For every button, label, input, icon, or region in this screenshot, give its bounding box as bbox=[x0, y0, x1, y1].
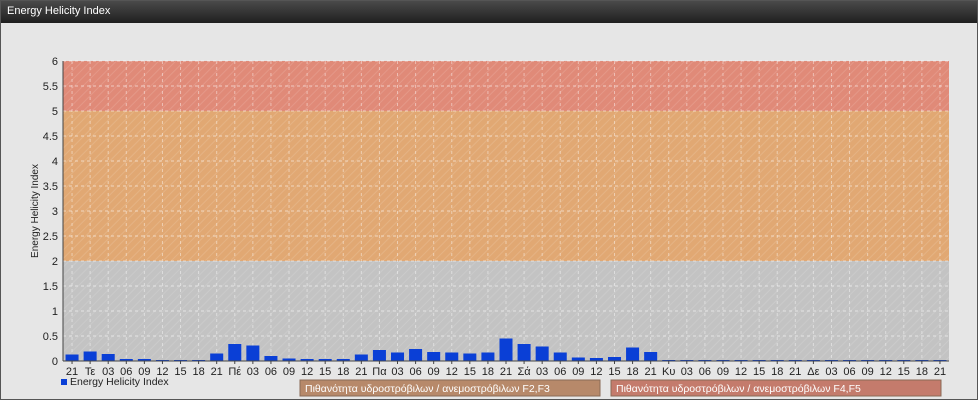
y-axis-label: Energy Helicity Index bbox=[30, 164, 41, 258]
bar bbox=[499, 338, 513, 361]
x-tick-label: 03 bbox=[536, 366, 548, 378]
bar bbox=[65, 354, 79, 361]
band-legend-label: Πιθανότητα υδροστρόβιλων / ανεμοστρόβιλω… bbox=[305, 383, 550, 395]
x-tick-label: 15 bbox=[753, 366, 765, 378]
bar bbox=[83, 351, 97, 361]
y-tick-label: 2.5 bbox=[43, 231, 58, 243]
bar bbox=[391, 352, 405, 361]
x-tick-label: 15 bbox=[464, 366, 476, 378]
bar bbox=[246, 345, 260, 361]
x-tick-label: 21 bbox=[355, 366, 367, 378]
bar bbox=[535, 346, 549, 361]
x-tick-label: Δε bbox=[807, 366, 819, 378]
bar bbox=[101, 354, 115, 361]
x-tick-label: 12 bbox=[446, 366, 458, 378]
bar bbox=[626, 347, 640, 361]
bar bbox=[517, 344, 531, 361]
bar bbox=[354, 354, 368, 361]
x-tick-label: 06 bbox=[843, 366, 855, 378]
x-tick-label: 21 bbox=[211, 366, 223, 378]
y-tick-label: 1 bbox=[52, 306, 58, 318]
x-tick-label: 15 bbox=[898, 366, 910, 378]
x-tick-label: 03 bbox=[681, 366, 693, 378]
y-tick-label: 6 bbox=[52, 56, 58, 68]
x-tick-label: 09 bbox=[283, 366, 295, 378]
bar bbox=[427, 352, 441, 361]
y-tick-label: 0.5 bbox=[43, 331, 58, 343]
x-tick-label: 21 bbox=[934, 366, 946, 378]
y-tick-label: 0 bbox=[52, 356, 58, 368]
y-tick-label: 3 bbox=[52, 206, 58, 218]
legend-label: Energy Helicity Index bbox=[70, 376, 169, 388]
energy-helicity-chart: 00.511.522.533.544.555.5621 Τε 03 06 09 12 15 1… bbox=[30, 56, 949, 397]
bar bbox=[409, 349, 423, 361]
x-tick-label: 18 bbox=[771, 366, 783, 378]
y-tick-label: 5 bbox=[52, 106, 58, 118]
x-tick-label: 15 bbox=[608, 366, 620, 378]
x-tick-label: 03 bbox=[247, 366, 259, 378]
x-tick-label: 12 bbox=[590, 366, 602, 378]
x-tick-label: 06 bbox=[409, 366, 421, 378]
x-tick-label: 06 bbox=[554, 366, 566, 378]
x-tick-label: 12 bbox=[735, 366, 747, 378]
bar bbox=[553, 352, 567, 361]
x-tick-label: 12 bbox=[301, 366, 313, 378]
x-tick-label: 18 bbox=[626, 366, 638, 378]
x-tick-label: 09 bbox=[572, 366, 584, 378]
bar bbox=[481, 352, 495, 361]
x-tick-label: 15 bbox=[174, 366, 186, 378]
bar bbox=[210, 353, 224, 361]
bar bbox=[463, 353, 477, 361]
y-tick-label: 5.5 bbox=[43, 81, 58, 93]
x-tick-label: 18 bbox=[337, 366, 349, 378]
chart-window: Energy Helicity Index 0 0.5 1 1.5 2 2.5 3 3.5 4 4… bbox=[0, 0, 978, 400]
bar bbox=[607, 357, 621, 361]
bar bbox=[571, 357, 585, 361]
x-tick-label: 06 bbox=[699, 366, 711, 378]
x-tick-label: 09 bbox=[862, 366, 874, 378]
x-tick-label: 21 bbox=[500, 366, 512, 378]
x-tick-label: 15 bbox=[319, 366, 331, 378]
bar bbox=[264, 356, 278, 361]
band-legend-label: Πιθανότητα υδροστρόβιλων / ανεμοστρόβιλω… bbox=[616, 383, 861, 395]
y-tick-label: 4 bbox=[52, 156, 58, 168]
x-tick-label: 03 bbox=[391, 366, 403, 378]
window-title: Energy Helicity Index bbox=[7, 5, 111, 17]
x-tick-label: Σά bbox=[517, 366, 531, 378]
x-tick-label: 18 bbox=[482, 366, 494, 378]
bar bbox=[372, 350, 386, 361]
x-tick-label: 18 bbox=[916, 366, 928, 378]
y-tick-label: 2 bbox=[52, 256, 58, 268]
legend-swatch bbox=[61, 379, 67, 385]
window-titlebar: Energy Helicity Index bbox=[1, 1, 977, 23]
bar bbox=[228, 344, 242, 361]
x-tick-label: 03 bbox=[825, 366, 837, 378]
x-tick-label: Πέ bbox=[228, 366, 241, 378]
x-tick-label: 21 bbox=[645, 366, 657, 378]
x-tick-label: 18 bbox=[192, 366, 204, 378]
bar bbox=[445, 352, 459, 361]
x-tick-label: Κυ bbox=[662, 366, 675, 378]
x-tick-label: 21 bbox=[789, 366, 801, 378]
y-tick-label: 1.5 bbox=[43, 281, 58, 293]
x-tick-label: 09 bbox=[717, 366, 729, 378]
y-tick-label: 4.5 bbox=[43, 131, 58, 143]
x-tick-label: 12 bbox=[880, 366, 892, 378]
x-tick-label: Πα bbox=[372, 366, 387, 378]
x-tick-label: 09 bbox=[428, 366, 440, 378]
y-tick-label: 3.5 bbox=[43, 181, 58, 193]
bar bbox=[644, 352, 658, 361]
x-tick-label: 06 bbox=[265, 366, 277, 378]
